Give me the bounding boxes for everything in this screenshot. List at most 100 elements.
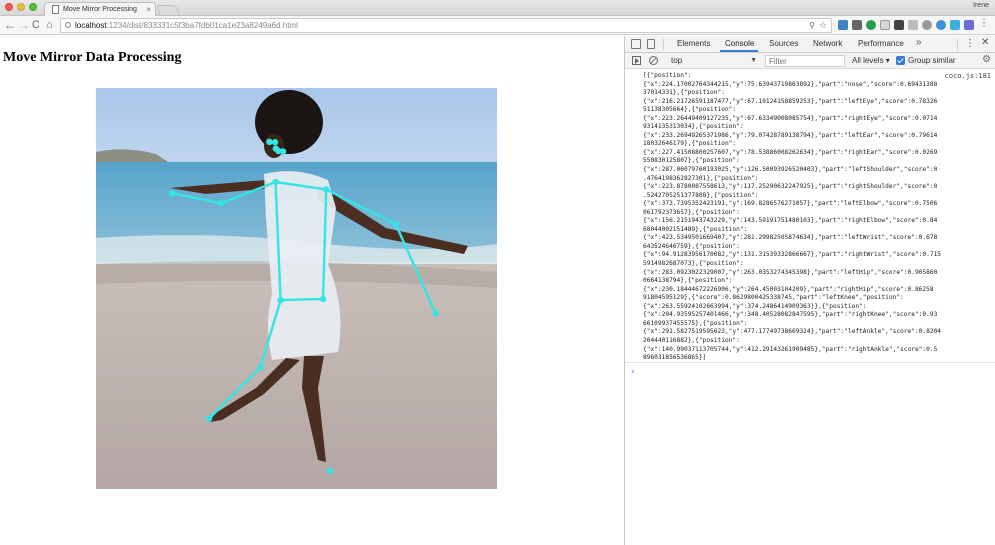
log-line: {"x":223.26449409127235,"y":67.633490080… bbox=[643, 114, 938, 122]
log-line: {"x":223.8780087558613,"y":117.252906322… bbox=[643, 183, 938, 191]
chrome-menu-icon[interactable]: ⋮ bbox=[979, 18, 989, 29]
log-line: 51138305664},{"position": bbox=[643, 106, 737, 114]
back-arrow-icon[interactable]: ← bbox=[4, 17, 16, 33]
log-line: 643524646759},{"position": bbox=[643, 242, 740, 250]
tab-sources[interactable]: Sources bbox=[769, 39, 798, 48]
chevron-down-icon: ▼ bbox=[750, 57, 757, 64]
tab-network[interactable]: Network bbox=[813, 39, 842, 48]
new-tab-button[interactable] bbox=[155, 5, 181, 16]
log-line: {"x":291.5827519595623,"y":477.177497386… bbox=[643, 328, 942, 336]
group-similar-label: Group similar bbox=[908, 56, 956, 65]
extension-icon[interactable] bbox=[880, 20, 890, 30]
log-line: {"x":233.26949265371986,"y":79.074287891… bbox=[643, 131, 938, 139]
close-devtools-icon[interactable]: ✕ bbox=[981, 37, 989, 48]
tab-elements[interactable]: Elements bbox=[677, 39, 710, 48]
log-line: 0664138794},{"position": bbox=[643, 277, 733, 285]
window-maximize-button[interactable] bbox=[29, 3, 37, 11]
log-line: {"x":140.99037113705744,"y":412.29143261… bbox=[643, 345, 938, 353]
keypoint-rightEar bbox=[275, 147, 282, 155]
browser-tab[interactable]: Move Mirror Processing × bbox=[44, 2, 156, 16]
browser-tab-title: Move Mirror Processing bbox=[63, 6, 137, 13]
tab-console[interactable]: Console bbox=[725, 39, 754, 48]
devtools-tabbar: Elements Console Sources Network Perform… bbox=[625, 36, 995, 53]
reload-icon[interactable]: C bbox=[32, 17, 40, 33]
log-line: {"x":224.17002764344215,"y":75.639437198… bbox=[643, 80, 938, 88]
keypoint-rightHip bbox=[277, 296, 284, 304]
console-filter-input[interactable] bbox=[765, 55, 845, 67]
tab-performance[interactable]: Performance bbox=[858, 39, 904, 48]
console-output[interactable]: coco.js:181 [{"position": {"x":224.170027… bbox=[625, 70, 995, 545]
log-line: .4764198362827301},{"position": bbox=[643, 174, 759, 182]
more-tabs-icon[interactable]: » bbox=[916, 37, 922, 48]
pose-photo bbox=[96, 88, 497, 489]
tab-close-icon[interactable]: × bbox=[146, 3, 151, 16]
keypoint-leftElbow bbox=[392, 221, 399, 228]
log-line: {"x":204.93595257401466,"y":348.40528082… bbox=[643, 311, 938, 319]
page-title: Move Mirror Data Processing bbox=[3, 50, 182, 65]
keypoint-leftHip bbox=[319, 295, 327, 303]
show-drawer-icon[interactable] bbox=[632, 56, 641, 65]
keypoint-rightEye bbox=[271, 139, 279, 146]
address-bar[interactable]: localhost:1234/dist/833331c5f3ba7fdb01ca… bbox=[60, 18, 832, 33]
extension-icon[interactable] bbox=[922, 20, 932, 30]
log-line: 91804595129},{"score":0.8629800425338745… bbox=[643, 294, 904, 302]
window-titlebar: Move Mirror Processing × Irene bbox=[0, 0, 995, 16]
browser-toolbar: ← → C ⌂ localhost:1234/dist/833331c5f3ba… bbox=[0, 16, 995, 35]
page-content: Move Mirror Data Processing bbox=[0, 36, 624, 545]
pose-canvas bbox=[96, 88, 497, 489]
extension-icon[interactable] bbox=[936, 20, 946, 30]
home-icon[interactable]: ⌂ bbox=[46, 17, 53, 33]
forward-arrow-icon[interactable]: → bbox=[18, 17, 30, 33]
face bbox=[264, 134, 284, 158]
keypoint-rightWrist bbox=[168, 190, 176, 197]
log-line: {"x":287.06079760193025,"y":126.50093926… bbox=[643, 166, 938, 174]
log-message[interactable]: [{"position": {"x":224.17002764344215,"y"… bbox=[643, 72, 988, 363]
extension-icon[interactable] bbox=[950, 20, 960, 30]
extension-icon[interactable] bbox=[838, 20, 848, 30]
group-similar-checkbox[interactable] bbox=[896, 56, 905, 65]
log-line: 896031856536865}] bbox=[643, 354, 707, 362]
keypoint-rightElbow bbox=[218, 199, 225, 207]
inspect-element-icon[interactable] bbox=[631, 39, 641, 49]
window-close-button[interactable] bbox=[5, 3, 13, 11]
extension-icon[interactable] bbox=[964, 20, 974, 30]
console-filterbar: top ▼ All levels ▾ Group similar ⚙ bbox=[625, 53, 995, 69]
log-line: {"x":230.18444672226906,"y":264.45003104… bbox=[643, 285, 934, 293]
log-line: .5242705251377808},{"position": bbox=[643, 191, 759, 199]
log-line: [{"position": bbox=[643, 72, 692, 79]
url-path: :1234/dist/833331c5f3ba7fdb01ca1e23a8249… bbox=[106, 21, 298, 30]
window-minimize-button[interactable] bbox=[17, 3, 25, 11]
extension-icon[interactable] bbox=[866, 20, 876, 30]
devtools-menu-icon[interactable]: ⋮ bbox=[965, 38, 975, 49]
log-line: 550830125807},{"position": bbox=[643, 157, 740, 165]
extension-icon[interactable] bbox=[894, 20, 904, 30]
console-log-entry[interactable]: coco.js:181 [{"position": {"x":224.170027… bbox=[625, 70, 995, 363]
url-host: localhost bbox=[75, 21, 107, 30]
log-line: 204440116882},{"position": bbox=[643, 336, 740, 344]
console-settings-gear-icon[interactable]: ⚙ bbox=[982, 54, 991, 65]
keypoint-rightAnkle bbox=[205, 415, 213, 422]
log-line: 66109937455575},{"position": bbox=[643, 319, 748, 327]
bookmark-star-icon[interactable]: ☆ bbox=[819, 19, 827, 32]
zoom-icon[interactable]: ⚲ bbox=[809, 19, 815, 32]
log-line: 18032646179},{"position": bbox=[643, 140, 737, 148]
log-line: 9314135313034},{"position": bbox=[643, 123, 744, 131]
document-icon bbox=[52, 5, 59, 14]
context-value: top bbox=[671, 56, 683, 65]
log-line: 5914982687073},{"position": bbox=[643, 260, 744, 268]
log-levels-dropdown[interactable]: All levels ▾ bbox=[852, 56, 890, 65]
log-line: {"x":216.21726591187477,"y":67.101241588… bbox=[643, 97, 938, 105]
console-prompt-icon[interactable]: › bbox=[630, 367, 635, 377]
extension-icon[interactable] bbox=[908, 20, 918, 30]
clear-console-icon[interactable] bbox=[649, 56, 658, 65]
log-line: {"x":156.2151943743229,"y":143.591917514… bbox=[643, 217, 938, 225]
context-selector[interactable]: top ▼ bbox=[669, 55, 759, 67]
skeleton-bone-leftHip-rightHip bbox=[279, 297, 325, 302]
device-toolbar-icon[interactable] bbox=[647, 39, 655, 49]
keypoint-leftWrist bbox=[432, 310, 439, 317]
active-tab-indicator bbox=[720, 50, 758, 52]
profile-name[interactable]: Irene bbox=[973, 2, 989, 9]
extension-icon[interactable] bbox=[852, 20, 862, 30]
log-line: {"x":373.7395352423191,"y":169.828657627… bbox=[643, 200, 938, 208]
info-icon[interactable] bbox=[65, 22, 71, 28]
